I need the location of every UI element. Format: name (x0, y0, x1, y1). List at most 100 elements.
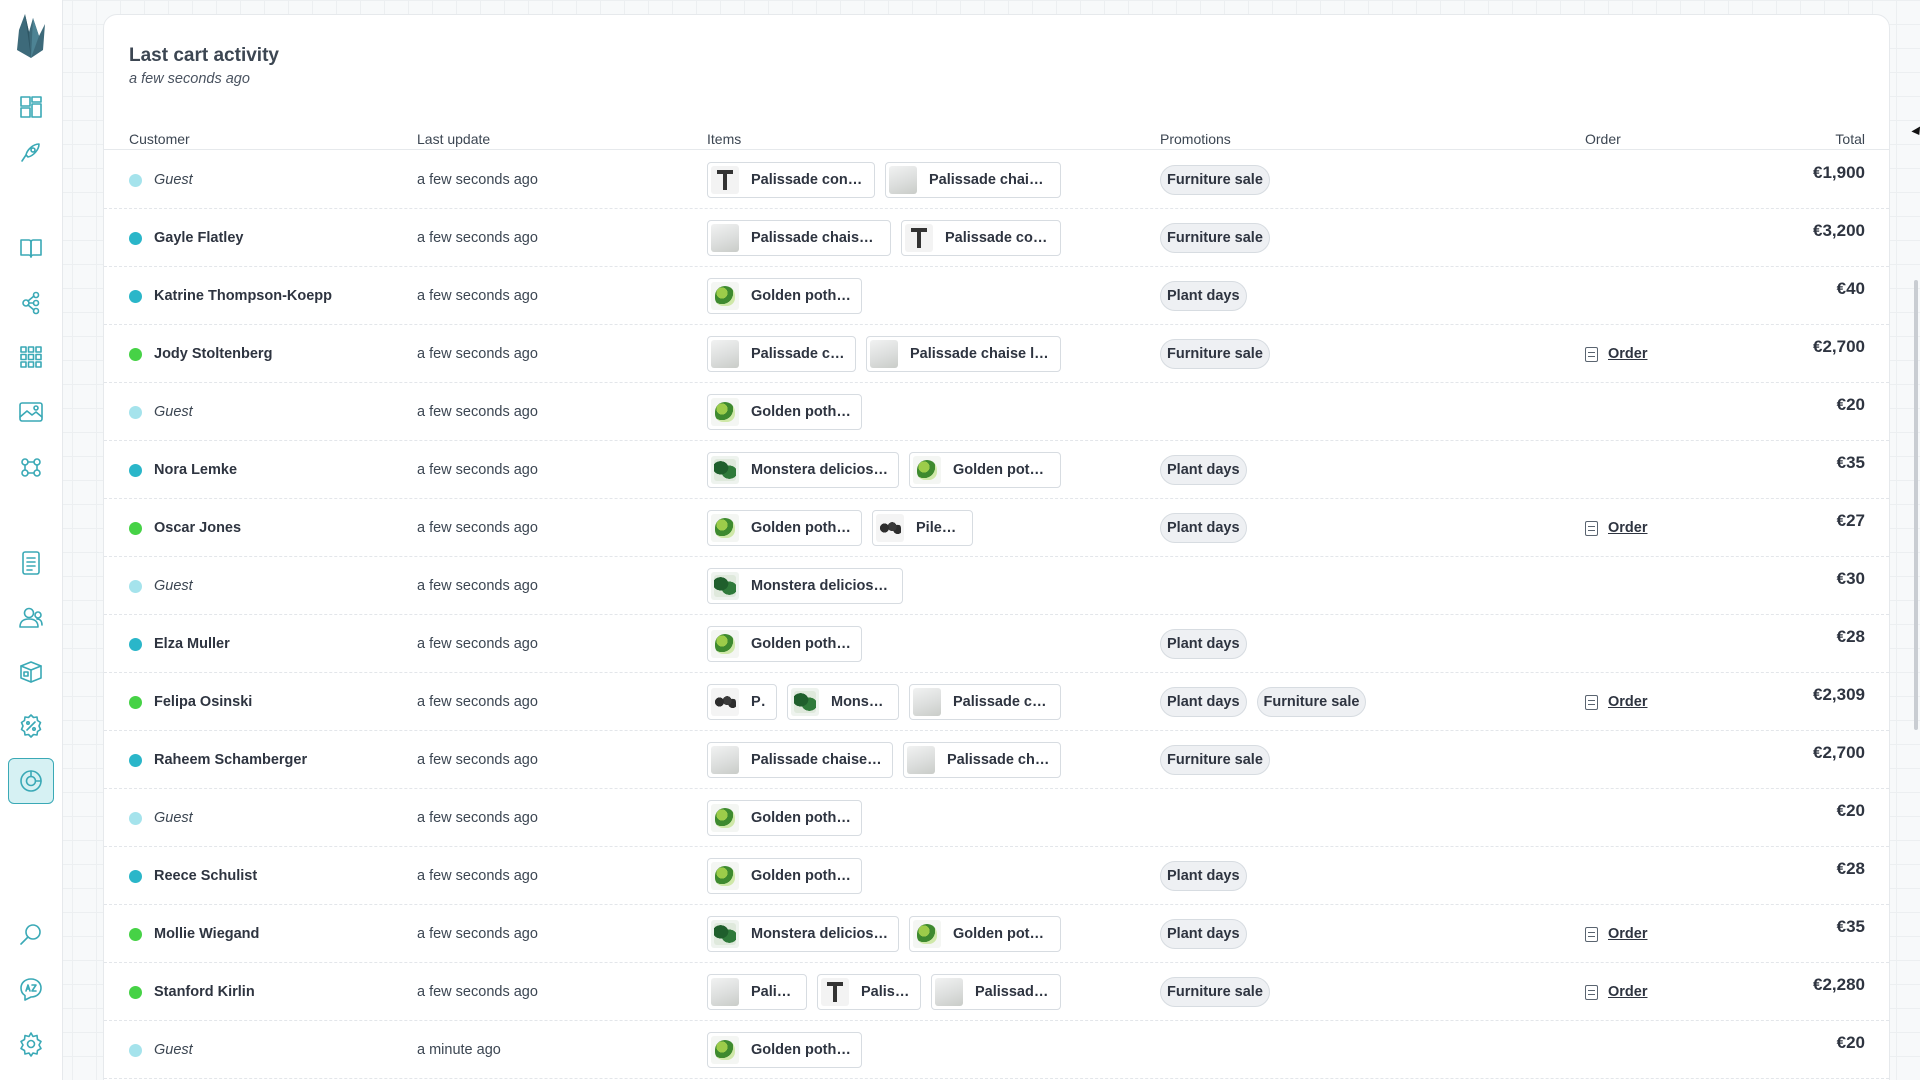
item-label: Pil... (751, 694, 766, 710)
customer-cell[interactable]: Elza Muller (129, 615, 230, 673)
item-chip[interactable]: Palissade cone tabl... (901, 220, 1061, 256)
nav-products-grid[interactable] (8, 334, 54, 380)
customer-cell[interactable]: Jody Stoltenberg (129, 325, 272, 383)
customer-cell[interactable]: Reece Schulist (129, 847, 257, 905)
item-chip[interactable]: Golden pothos large (707, 394, 862, 430)
customer-status-dot (129, 405, 142, 419)
nav-promotions[interactable] (8, 703, 54, 749)
app-logo[interactable] (11, 10, 49, 62)
item-chip[interactable]: Monstera deliciosa... (707, 916, 899, 952)
customer-status-dot (129, 289, 142, 303)
nav-categories[interactable] (8, 280, 54, 326)
item-chip[interactable]: Golden pothos large (707, 858, 862, 894)
item-chip[interactable]: Palissade chaise longu... (707, 220, 891, 256)
table-row[interactable]: Guest a minute ago Golden pothos large €20 (104, 1021, 1889, 1079)
item-chip[interactable]: Palissade chaise... (909, 684, 1061, 720)
items-cell: Golden pothos large (707, 394, 1164, 430)
nav-inventory[interactable] (8, 649, 54, 695)
order-link[interactable]: Order (1608, 520, 1648, 536)
last-update-cell: a few seconds ago (417, 578, 538, 594)
nav-media[interactable] (8, 389, 54, 435)
customer-cell: Guest (129, 383, 193, 441)
promotions-cell: Furniture sale (1160, 325, 1270, 383)
item-chip[interactable]: Palissade chaise... (885, 162, 1061, 198)
item-label: Palissade chaise longue... (910, 346, 1050, 362)
table-row[interactable]: Elza Muller a few seconds ago Golden potho… (104, 615, 1889, 673)
table-row[interactable]: Guest a few seconds ago Monstera deliciosa… (104, 557, 1889, 615)
nav-attributes[interactable] (8, 444, 54, 490)
item-chip[interactable]: Golden pothos large (707, 278, 862, 314)
item-chip[interactable]: Pil... (707, 684, 777, 720)
promotions-cell: Plant days (1160, 615, 1247, 673)
nav-analytics[interactable] (8, 758, 54, 804)
customer-cell[interactable]: Raheem Schamberger (129, 731, 307, 789)
customer-cell[interactable]: Katrine Thompson-Koepp (129, 267, 332, 325)
items-cell: Golden pothos large (707, 278, 1164, 314)
vertical-scrollbar[interactable] (1914, 280, 1918, 730)
table-row[interactable]: Nora Lemke a few seconds ago Monstera deli… (104, 441, 1889, 499)
table-row[interactable]: Oscar Jones a few seconds ago Golden potho… (104, 499, 1889, 557)
customer-cell[interactable]: Oscar Jones (129, 499, 241, 557)
customer-cell[interactable]: Mollie Wiegand (129, 905, 259, 963)
pothos-thumbnail-icon (711, 282, 739, 310)
nav-orders[interactable] (8, 540, 54, 586)
item-chip[interactable]: Palissade... (931, 974, 1061, 1010)
nav-catalog[interactable] (8, 225, 54, 271)
table-row[interactable]: Reece Schulist a few seconds ago Golden po… (104, 847, 1889, 905)
customer-status-dot (129, 637, 142, 651)
nav-settings[interactable] (8, 1021, 54, 1067)
promotions-cell: Plant days (1160, 905, 1247, 963)
item-chip[interactable]: Golden pothos... (909, 452, 1061, 488)
table-row[interactable]: Guest a few seconds ago Palissade cone tab… (104, 151, 1889, 209)
item-chip[interactable]: Palissade chaise longue... (707, 742, 893, 778)
table-row[interactable]: Gayle Flatley a few seconds ago Palissade … (104, 209, 1889, 267)
item-chip[interactable]: Golden pothos... (909, 916, 1061, 952)
item-chip[interactable]: Pilea large (872, 510, 973, 546)
nav-translations[interactable] (8, 966, 54, 1012)
table-row[interactable]: Mollie Wiegand a few seconds ago Monstera … (104, 905, 1889, 963)
nav-getting-started[interactable] (8, 129, 54, 175)
item-chip[interactable]: Palissad... (707, 974, 807, 1010)
item-chip[interactable]: Golden pothos large (707, 626, 862, 662)
table-row[interactable]: Felipa Osinski a few seconds ago Pil... Mon… (104, 673, 1889, 731)
item-chip[interactable]: Palissade chaise... (707, 336, 856, 372)
customer-cell: Guest (129, 557, 193, 615)
order-link[interactable]: Order (1608, 926, 1648, 942)
item-label: Palissade chaise... (953, 694, 1050, 710)
dashboard-icon (20, 96, 42, 118)
item-chip[interactable]: Golden pothos large (707, 1032, 862, 1068)
item-chip[interactable]: Golden pothos large (707, 510, 862, 546)
table-row[interactable]: Jody Stoltenberg a few seconds ago Palissa… (104, 325, 1889, 383)
item-chip[interactable]: Monstera deliciosa... (707, 452, 899, 488)
customer-cell[interactable]: Stanford Kirlin (129, 963, 255, 1021)
item-chip[interactable]: Palissade chaise... (903, 742, 1061, 778)
customer-status-dot (129, 347, 142, 361)
item-chip[interactable]: Palissade cone table... (707, 162, 875, 198)
order-link[interactable]: Order (1608, 346, 1648, 362)
last-update-cell: a few seconds ago (417, 288, 538, 304)
table-row[interactable]: Katrine Thompson-Koepp a few seconds ago G… (104, 267, 1889, 325)
order-link[interactable]: Order (1608, 694, 1648, 710)
chaise-thumbnail-icon (711, 978, 739, 1006)
item-chip[interactable]: Palissad... (817, 974, 921, 1010)
customer-status-dot (129, 173, 142, 187)
nav-dashboard[interactable] (8, 84, 54, 130)
table-row[interactable]: Guest a few seconds ago Golden pothos larg… (104, 383, 1889, 441)
customer-cell[interactable]: Gayle Flatley (129, 209, 243, 267)
nav-customers[interactable] (8, 594, 54, 640)
promotion-badge: Plant days (1160, 513, 1247, 543)
customer-cell[interactable]: Felipa Osinski (129, 673, 252, 731)
nav-search[interactable] (8, 912, 54, 958)
item-chip[interactable]: Palissade chaise longue... (866, 336, 1061, 372)
item-chip[interactable]: Golden pothos large (707, 800, 862, 836)
table-row[interactable]: Stanford Kirlin a few seconds ago Palissad… (104, 963, 1889, 1021)
table-row[interactable]: Raheem Schamberger a few seconds ago Palis… (104, 731, 1889, 789)
table-row[interactable]: Guest a few seconds ago Golden pothos larg… (104, 789, 1889, 847)
order-link[interactable]: Order (1608, 984, 1648, 1000)
items-cell: Palissad... Palissad... Palissade... (707, 974, 1164, 1010)
item-chip[interactable]: Monstera deliciosa medium (707, 568, 903, 604)
item-chip[interactable]: Monstera... (787, 684, 899, 720)
promotion-badge: Furniture sale (1160, 745, 1270, 775)
cart-total: €2,309 (1813, 685, 1865, 704)
customer-cell[interactable]: Nora Lemke (129, 441, 237, 499)
